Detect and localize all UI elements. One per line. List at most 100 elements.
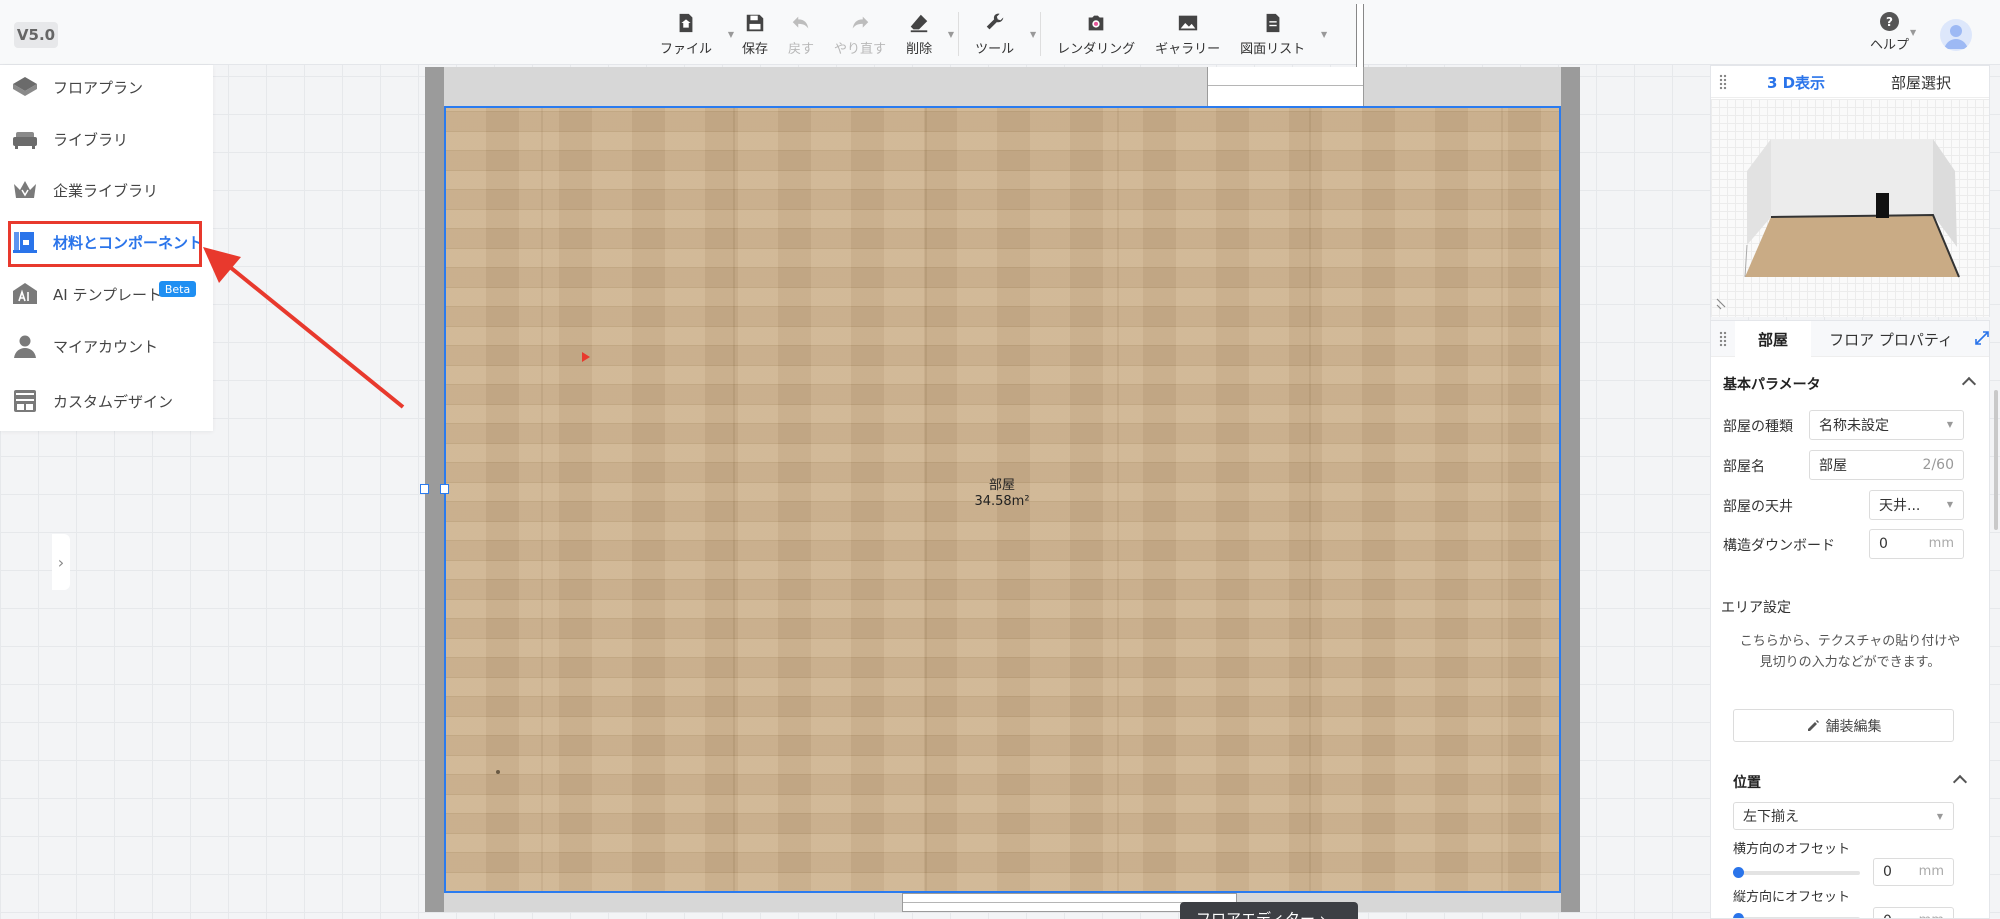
cabinet-icon: [11, 387, 39, 415]
top-toolbar: V5.0 ファイル ▼ 保存 戻す やり直す 削除 ▼ ツール ▼ レンダリング…: [0, 0, 2000, 65]
chevron-down-icon: ▼: [1946, 420, 1953, 429]
pave-edit-label: 舗装編集: [1825, 718, 1882, 735]
tab-room[interactable]: 部屋: [1735, 321, 1811, 357]
drawing-list-button[interactable]: 図面リスト ▼: [1230, 8, 1327, 58]
chevron-down-icon: ▼: [1946, 500, 1953, 509]
chevron-down-icon[interactable]: ▼: [1321, 30, 1327, 39]
user-icon: [11, 332, 39, 360]
pave-edit-button[interactable]: 舗装編集: [1733, 709, 1954, 742]
crown-icon: [11, 176, 39, 204]
save-button[interactable]: 保存: [732, 8, 778, 58]
delete-label: 削除: [906, 42, 933, 57]
sidebar-item-label: AI テンプレート: [53, 285, 163, 304]
floor-point: [496, 770, 500, 774]
toolbar-divider: [1040, 12, 1042, 56]
sidebar-item-label: ライブラリ: [53, 130, 129, 149]
chevron-up-icon[interactable]: [1961, 376, 1977, 392]
slider-knob[interactable]: [1733, 867, 1744, 878]
annotation-arrow-icon: [203, 247, 405, 409]
chevron-down-icon: ▼: [1936, 812, 1943, 821]
ceiling-select[interactable]: 天井... ▼: [1869, 490, 1964, 520]
downboard-input[interactable]: 0 mm: [1869, 529, 1964, 559]
room-name-value: 部屋: [1819, 458, 1847, 474]
user-avatar-icon: [1944, 25, 1968, 49]
toolbar-divider: [958, 12, 960, 56]
properties-scrollbar[interactable]: [1994, 390, 1998, 530]
sidebar-item-enterprise-library[interactable]: 企業ライブラリ: [0, 168, 213, 212]
resize-handle[interactable]: [420, 484, 429, 494]
properties-tabs: 部屋 フロア プロパティ: [1711, 321, 1989, 357]
drag-handle-icon[interactable]: [1719, 74, 1727, 90]
tools-button[interactable]: ツール ▼: [965, 8, 1036, 58]
save-icon: [746, 14, 764, 32]
h-offset-label: 横方向のオフセット: [1733, 842, 1851, 857]
chevron-down-icon[interactable]: ▼: [1030, 30, 1036, 39]
sidebar-item-floorplan[interactable]: フロアプラン: [0, 65, 213, 109]
rendering-button[interactable]: レンダリング: [1047, 8, 1145, 58]
expand-icon[interactable]: [1975, 331, 1989, 345]
3d-preview[interactable]: [1711, 99, 1989, 317]
room-name-input[interactable]: 部屋 2/60: [1809, 450, 1964, 480]
slider-knob[interactable]: [1733, 913, 1744, 918]
room-name: 部屋: [988, 478, 1015, 493]
eraser-icon: [910, 14, 928, 33]
sidebar-item-custom-design[interactable]: カスタムデザイン: [0, 379, 213, 423]
v-offset-input[interactable]: 0 mm: [1873, 907, 1954, 918]
rendering-label: レンダリング: [1057, 42, 1136, 57]
gallery-button[interactable]: ギャラリー: [1145, 8, 1230, 58]
floor-editor-button[interactable]: フロアエディター ›: [1180, 902, 1358, 919]
view-panel-tabs: 3 D表示 部屋選択: [1711, 66, 1989, 98]
alignment-value: 左下揃え: [1743, 809, 1799, 825]
alignment-select[interactable]: 左下揃え ▼: [1733, 802, 1954, 830]
chevron-up-icon[interactable]: [1952, 774, 1968, 790]
room-type-select[interactable]: 名称未設定 ▼: [1809, 410, 1964, 440]
sidebar-item-library[interactable]: ライブラリ: [0, 117, 213, 161]
version-badge: V5.0: [14, 22, 58, 48]
sidebar-expand-button[interactable]: ›: [52, 534, 70, 590]
v-offset-unit: mm: [1919, 913, 1944, 918]
chevron-down-icon[interactable]: ▼: [948, 30, 954, 39]
area-settings-title: エリア設定: [1721, 600, 1791, 616]
sidebar-item-my-account[interactable]: マイアカウント: [0, 324, 213, 368]
resize-handle[interactable]: [440, 484, 449, 494]
file-button[interactable]: ファイル ▼: [650, 8, 734, 58]
document-icon: [1266, 13, 1280, 33]
image-icon: [1178, 15, 1197, 31]
room-type-label: 部屋の種類: [1723, 419, 1793, 435]
chevron-down-icon[interactable]: ▼: [1910, 28, 1916, 37]
camera-icon: [1088, 15, 1104, 31]
room-name-label: 部屋名: [1723, 459, 1765, 475]
save-label: 保存: [742, 42, 769, 57]
redo-icon: [852, 16, 869, 29]
avatar[interactable]: [1940, 19, 1972, 51]
redo-button[interactable]: やり直す: [824, 8, 896, 58]
toolbar-tools: ファイル ▼ 保存 戻す やり直す 削除 ▼ ツール ▼ レンダリング ギャラリ…: [650, 8, 1327, 58]
door-top[interactable]: [1207, 67, 1364, 107]
tools-label: ツール: [975, 42, 1015, 57]
tab-floor-properties[interactable]: フロア プロパティ: [1815, 321, 1967, 357]
undo-button[interactable]: 戻す: [778, 8, 824, 58]
wrench-icon: [986, 13, 1003, 30]
file-home-icon: [679, 13, 693, 33]
drag-handle-icon[interactable]: [1719, 331, 1727, 347]
cursor-marker-icon: [582, 352, 590, 362]
section-title-basic: 基本パラメータ: [1723, 377, 1821, 393]
room-label[interactable]: 部屋 34.58m²: [944, 478, 1060, 510]
tab-room-select[interactable]: 部屋選択: [1861, 66, 1981, 98]
h-offset-unit: mm: [1918, 864, 1944, 879]
annotation-highlight-box: [8, 221, 202, 267]
h-offset-value: 0: [1883, 864, 1892, 880]
help-button[interactable]: ? ヘルプ: [1870, 12, 1909, 53]
sofa-icon: [11, 125, 39, 153]
h-offset-input[interactable]: 0 mm: [1873, 858, 1954, 886]
sidebar-item-label: フロアプラン: [53, 78, 144, 97]
undo-label: 戻す: [788, 42, 815, 57]
sidebar-item-label: マイアカウント: [53, 337, 159, 356]
tab-3d-view[interactable]: 3 D表示: [1741, 66, 1851, 98]
room-3d-model: [1716, 139, 1960, 310]
ai-template-icon: [11, 280, 39, 308]
delete-button[interactable]: 削除 ▼: [896, 8, 954, 58]
properties-panel: 部屋 フロア プロパティ 基本パラメータ 部屋の種類 名称未設定 ▼ 部屋名 部…: [1710, 320, 1990, 919]
ceiling-value: 天井...: [1879, 498, 1921, 514]
h-offset-slider[interactable]: [1733, 867, 1860, 878]
